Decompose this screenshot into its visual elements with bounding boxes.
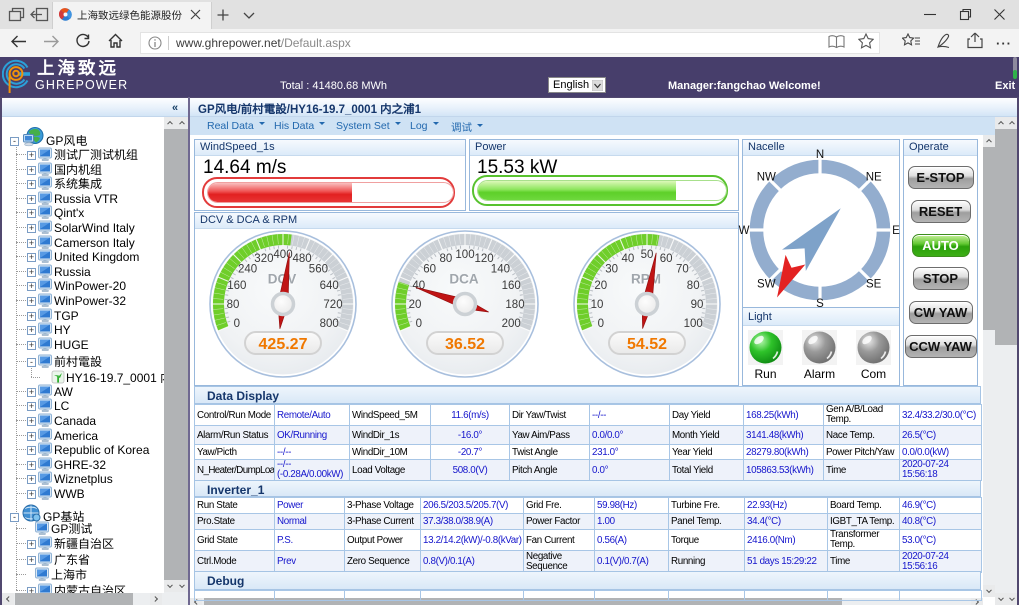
svg-text:30: 30 <box>605 264 618 276</box>
svg-text:240: 240 <box>238 264 257 276</box>
svg-text:800: 800 <box>320 318 339 330</box>
svg-text:320: 320 <box>254 253 273 265</box>
svg-text:100: 100 <box>684 318 703 330</box>
svg-text:DCA: DCA <box>449 272 478 287</box>
svg-text:60: 60 <box>423 264 436 276</box>
svg-text:0: 0 <box>234 318 240 330</box>
svg-text:W: W <box>739 225 750 237</box>
svg-text:10: 10 <box>591 299 604 311</box>
svg-text:N: N <box>816 149 824 161</box>
svg-text:400: 400 <box>273 249 292 261</box>
svg-text:SE: SE <box>866 279 882 291</box>
svg-text:640: 640 <box>320 280 339 292</box>
svg-text:20: 20 <box>594 280 607 292</box>
svg-text:NW: NW <box>757 171 776 183</box>
svg-text:54.52: 54.52 <box>627 336 667 353</box>
svg-text:90: 90 <box>691 299 704 311</box>
svg-text:425.27: 425.27 <box>259 336 308 353</box>
svg-text:560: 560 <box>309 264 328 276</box>
svg-text:70: 70 <box>676 264 689 276</box>
svg-text:0: 0 <box>416 318 422 330</box>
svg-text:80: 80 <box>687 280 700 292</box>
svg-text:140: 140 <box>491 264 510 276</box>
svg-text:160: 160 <box>227 280 246 292</box>
svg-text:160: 160 <box>502 280 521 292</box>
svg-text:720: 720 <box>323 299 342 311</box>
svg-text:20: 20 <box>409 299 422 311</box>
svg-text:180: 180 <box>505 299 524 311</box>
svg-text:80: 80 <box>227 299 240 311</box>
svg-text:0: 0 <box>598 318 604 330</box>
svg-text:50: 50 <box>641 249 654 261</box>
svg-text:100: 100 <box>455 249 474 261</box>
svg-text:36.52: 36.52 <box>445 336 485 353</box>
svg-text:RPM: RPM <box>631 272 661 287</box>
svg-text:SW: SW <box>757 279 776 291</box>
svg-text:NE: NE <box>866 171 882 183</box>
svg-text:E: E <box>892 225 900 237</box>
svg-text:60: 60 <box>660 253 673 265</box>
svg-text:80: 80 <box>440 253 453 265</box>
svg-text:40: 40 <box>622 253 635 265</box>
svg-text:200: 200 <box>502 318 521 330</box>
